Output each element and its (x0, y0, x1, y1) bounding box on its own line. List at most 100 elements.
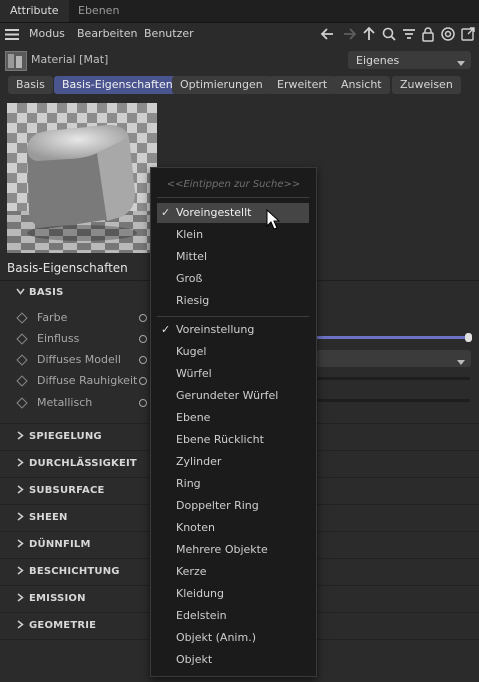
menu-item-mittel[interactable]: Mittel (157, 247, 309, 267)
menu-item-zylinder[interactable]: Zylinder (157, 452, 309, 472)
lock-icon[interactable] (420, 26, 436, 42)
keyframe-icon[interactable] (16, 354, 28, 366)
param-diffuses-modell[interactable]: Diffuses Modell (16, 353, 121, 366)
button-erweitert[interactable]: Erweitert (269, 76, 336, 94)
material-preview[interactable] (7, 103, 157, 253)
anim-dot-icon[interactable] (139, 314, 147, 322)
group-spiegelung[interactable]: SPIEGELUNG (16, 431, 102, 442)
chevron-right-icon (16, 485, 25, 497)
menu-modus[interactable]: Modus (29, 23, 65, 45)
search-icon[interactable] (381, 26, 397, 42)
anim-dot-icon[interactable] (139, 356, 147, 364)
group-label: DURCHLÄSSIGKEIT (29, 458, 137, 469)
group-basis-header[interactable]: BASIS (16, 287, 64, 298)
param-label: Diffuse Rauhigkeit (37, 374, 138, 387)
button-basis-eigenschaften[interactable]: Basis-Eigenschaften (54, 76, 181, 94)
menu-item-kleidung[interactable]: Kleidung (157, 584, 309, 604)
param-einfluss[interactable]: Einfluss (16, 332, 79, 345)
menu-item-ring[interactable]: Ring (157, 474, 309, 494)
menu-item-klein[interactable]: Klein (157, 225, 309, 245)
menu-item-knoten[interactable]: Knoten (157, 518, 309, 538)
anim-dot-icon[interactable] (139, 335, 147, 343)
menu-item-objekt-anim[interactable]: Objekt (Anim.) (157, 628, 309, 648)
slider-handle[interactable] (465, 333, 472, 342)
param-diffuse-rauhigkeit[interactable]: Diffuse Rauhigkeit (16, 374, 138, 387)
tab-bar: Attribute Ebenen (0, 0, 479, 23)
group-label: DÜNNFILM (29, 539, 91, 550)
menu-separator (157, 316, 309, 317)
menu-item-doppelter-ring[interactable]: Doppelter Ring (157, 496, 309, 516)
group-label: SHEEN (29, 512, 68, 523)
preset-select-value: Eigenes (356, 54, 400, 67)
filter-icon[interactable] (401, 26, 417, 42)
tab-attribute[interactable]: Attribute (0, 0, 69, 22)
menu-benutzer[interactable]: Benutzer (144, 23, 194, 45)
chevron-right-icon (16, 512, 25, 524)
menu-item-mehrere-objekte[interactable]: Mehrere Objekte (157, 540, 309, 560)
button-basis[interactable]: Basis (8, 76, 53, 94)
rauhigkeit-slider[interactable] (316, 377, 470, 380)
group-subsurface[interactable]: SUBSURFACE (16, 485, 105, 496)
menu-item-objekt[interactable]: Objekt (157, 650, 309, 670)
menu-item-ebene[interactable]: Ebene (157, 408, 309, 428)
keyframe-icon[interactable] (16, 397, 28, 409)
menu-item-kerze[interactable]: Kerze (157, 562, 309, 582)
section-title: Basis-Eigenschaften (7, 261, 128, 275)
group-basis-label: BASIS (29, 287, 64, 298)
group-label: GEOMETRIE (29, 620, 97, 631)
check-icon: ✓ (161, 323, 171, 336)
group-sheen[interactable]: SHEEN (16, 512, 68, 523)
menu-item-gerundeter-wuerfel[interactable]: Gerundeter Würfel (157, 386, 309, 406)
metallisch-slider[interactable] (316, 399, 470, 402)
group-duennfilm[interactable]: DÜNNFILM (16, 539, 91, 550)
einfluss-slider[interactable] (316, 336, 468, 339)
param-metallisch[interactable]: Metallisch (16, 396, 92, 409)
param-farbe[interactable]: Farbe (16, 311, 68, 324)
menu-search-field[interactable]: <<Eintippen zur Suche>> (151, 179, 316, 190)
chevron-right-icon (16, 566, 25, 578)
anim-dot-icon[interactable] (139, 399, 147, 407)
arrow-left-icon[interactable] (320, 26, 336, 42)
menu-item-gross[interactable]: Groß (157, 269, 309, 289)
menu-item-kugel[interactable]: Kugel (157, 342, 309, 362)
external-icon[interactable] (460, 26, 476, 42)
group-label: SUBSURFACE (29, 485, 105, 496)
group-beschichtung[interactable]: BESCHICHTUNG (16, 566, 120, 577)
menu-item-voreinstellung[interactable]: ✓ Voreinstellung (157, 320, 309, 340)
preset-select[interactable]: Eigenes (348, 51, 471, 69)
target-icon[interactable] (440, 26, 456, 42)
hamburger-icon[interactable] (5, 29, 19, 43)
group-label: EMISSION (29, 593, 86, 604)
menu-bar: Modus Bearbeiten Benutzer (0, 23, 479, 45)
group-durchlaessigkeit[interactable]: DURCHLÄSSIGKEIT (16, 458, 137, 469)
button-optimierungen[interactable]: Optimierungen (172, 76, 271, 94)
menu-item-ebene-ruecklicht[interactable]: Ebene Rücklicht (157, 430, 309, 450)
keyframe-icon[interactable] (16, 312, 28, 324)
button-ansicht[interactable]: Ansicht (333, 76, 390, 94)
chevron-right-icon (16, 593, 25, 605)
preview-scene-menu: <<Eintippen zur Suche>> ✓ Voreingestellt… (150, 167, 317, 677)
menu-item-wuerfel[interactable]: Würfel (157, 364, 309, 384)
check-icon: ✓ (161, 206, 171, 219)
arrow-up-icon[interactable] (361, 26, 377, 42)
diffuses-modell-select[interactable] (316, 350, 471, 367)
anim-dot-icon[interactable] (139, 377, 147, 385)
chevron-down-icon (16, 287, 25, 299)
keyframe-icon[interactable] (16, 375, 28, 387)
cursor-icon (266, 208, 281, 234)
tab-ebenen[interactable]: Ebenen (68, 0, 129, 22)
param-label: Diffuses Modell (37, 353, 121, 366)
group-geometrie[interactable]: GEOMETRIE (16, 620, 96, 631)
arrow-right-icon[interactable] (341, 26, 357, 42)
menu-item-riesig[interactable]: Riesig (157, 291, 309, 311)
chevron-down-icon (457, 356, 465, 369)
menu-item-edelstein[interactable]: Edelstein (157, 606, 309, 626)
menu-bearbeiten[interactable]: Bearbeiten (77, 23, 137, 45)
group-emission[interactable]: EMISSION (16, 593, 86, 604)
param-label: Farbe (37, 311, 68, 324)
keyframe-icon[interactable] (16, 333, 28, 345)
chevron-down-icon (457, 57, 465, 70)
menu-separator (157, 197, 309, 198)
button-zuweisen[interactable]: Zuweisen (392, 76, 461, 94)
menu-item-voreingestellt[interactable]: ✓ Voreingestellt (157, 203, 309, 223)
